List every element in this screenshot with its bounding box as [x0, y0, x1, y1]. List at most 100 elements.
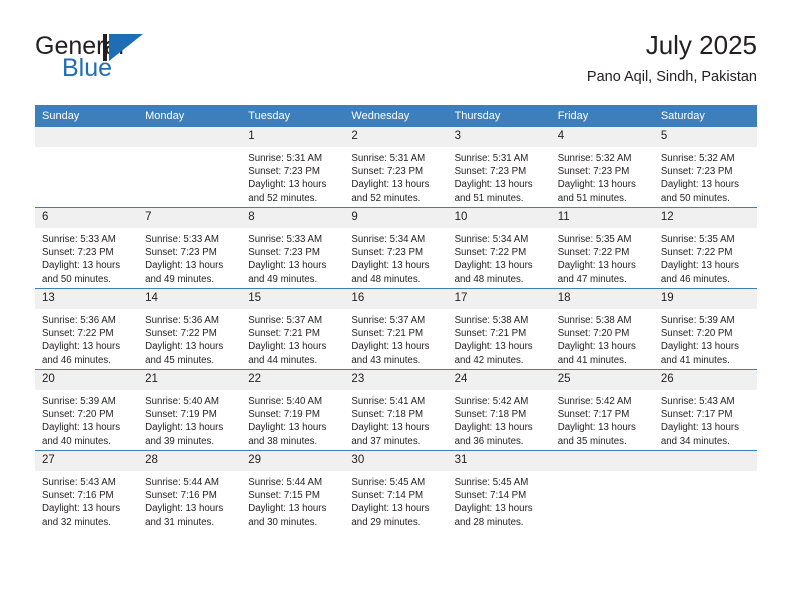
- weekday-header-monday: Monday: [138, 105, 242, 127]
- day-detail-line: Sunrise: 5:39 AM: [660, 315, 735, 326]
- day-details: Sunrise: 5:32 AM Sunset: 7:23 PM Daylight:…: [654, 147, 757, 205]
- day-details: Sunrise: 5:40 AM Sunset: 7:19 PM Daylight:…: [241, 390, 344, 448]
- day-detail-line: and 43 minutes.: [351, 354, 421, 366]
- general-blue-logo[interactable]: General Blue: [35, 32, 215, 86]
- calendar-day-cell[interactable]: 11 Sunrise: 5:35 AM Sunset: 7:22 PM Dayligh…: [550, 207, 654, 289]
- day-detail-line: and 31 minutes.: [145, 516, 215, 528]
- day-number: 27: [35, 451, 139, 471]
- calendar-day-cell[interactable]: 12 Sunrise: 5:35 AM Sunset: 7:22 PM Dayligh…: [653, 207, 757, 289]
- calendar-day-cell[interactable]: 17 Sunrise: 5:38 AM Sunset: 7:21 PM Dayligh…: [447, 288, 551, 370]
- calendar-day-cell[interactable]: 20 Sunrise: 5:39 AM Sunset: 7:20 PM Dayligh…: [35, 369, 139, 451]
- calendar-day-cell[interactable]: 23 Sunrise: 5:41 AM Sunset: 7:18 PM Dayligh…: [344, 369, 448, 451]
- day-detail-line: Sunset: 7:23 PM: [248, 166, 320, 178]
- calendar-day-cell[interactable]: 9 Sunrise: 5:34 AM Sunset: 7:23 PM Daylight…: [344, 207, 448, 289]
- calendar-day-cell[interactable]: 10 Sunrise: 5:34 AM Sunset: 7:22 PM Dayligh…: [447, 207, 551, 289]
- calendar-day-cell[interactable]: 13 Sunrise: 5:36 AM Sunset: 7:22 PM Dayligh…: [35, 288, 139, 370]
- day-detail-line: Daylight: 13 hours: [454, 422, 533, 434]
- calendar-day-cell[interactable]: 1 Sunrise: 5:31 AM Sunset: 7:23 PM Daylight…: [241, 127, 345, 208]
- weekday-header-tuesday: Tuesday: [241, 105, 345, 127]
- day-detail-line: and 49 minutes.: [145, 273, 215, 285]
- day-detail-line: Daylight: 13 hours: [660, 341, 739, 353]
- calendar-day-cell[interactable]: 27 Sunrise: 5:43 AM Sunset: 7:16 PM Dayligh…: [35, 450, 139, 531]
- day-detail-line: Sunrise: 5:43 AM: [660, 396, 735, 407]
- day-detail-line: Daylight: 13 hours: [42, 422, 121, 434]
- day-detail-line: Daylight: 13 hours: [351, 179, 430, 191]
- day-detail-line: Sunset: 7:18 PM: [454, 409, 527, 421]
- day-detail-line: and 37 minutes.: [351, 435, 421, 447]
- weekday-header-sunday: Sunday: [35, 105, 139, 127]
- calendar-week-row: 13 Sunrise: 5:36 AM Sunset: 7:22 PM Dayligh…: [35, 288, 757, 370]
- calendar-day-cell[interactable]: 14 Sunrise: 5:36 AM Sunset: 7:22 PM Dayligh…: [138, 288, 242, 370]
- day-number: 29: [241, 451, 345, 471]
- calendar-day-cell[interactable]: 16 Sunrise: 5:37 AM Sunset: 7:21 PM Dayligh…: [344, 288, 448, 370]
- day-detail-line: and 47 minutes.: [557, 273, 627, 285]
- day-details: Sunrise: 5:33 AM Sunset: 7:23 PM Daylight:…: [138, 228, 241, 286]
- calendar-day-cell[interactable]: 26 Sunrise: 5:43 AM Sunset: 7:17 PM Dayligh…: [653, 369, 757, 451]
- calendar-day-cell[interactable]: 2 Sunrise: 5:31 AM Sunset: 7:23 PM Daylight…: [344, 127, 448, 208]
- day-number: [138, 127, 242, 147]
- day-detail-line: Daylight: 13 hours: [454, 260, 533, 272]
- day-details: Sunrise: 5:38 AM Sunset: 7:21 PM Daylight:…: [448, 309, 551, 367]
- day-number: 15: [241, 289, 345, 309]
- day-detail-line: Sunrise: 5:32 AM: [557, 153, 632, 164]
- day-detail-line: Sunrise: 5:31 AM: [351, 153, 426, 164]
- day-details: Sunrise: 5:31 AM Sunset: 7:23 PM Daylight:…: [241, 147, 344, 205]
- day-detail-line: and 35 minutes.: [557, 435, 627, 447]
- day-details: Sunrise: 5:39 AM Sunset: 7:20 PM Daylight:…: [35, 390, 138, 448]
- calendar-day-cell[interactable]: 18 Sunrise: 5:38 AM Sunset: 7:20 PM Dayligh…: [550, 288, 654, 370]
- day-detail-line: Sunrise: 5:37 AM: [248, 315, 323, 326]
- calendar-day-cell[interactable]: 6 Sunrise: 5:33 AM Sunset: 7:23 PM Daylight…: [35, 207, 139, 289]
- calendar-day-cell[interactable]: 28 Sunrise: 5:44 AM Sunset: 7:16 PM Dayligh…: [138, 450, 242, 531]
- day-detail-line: Daylight: 13 hours: [660, 179, 739, 191]
- day-detail-line: and 49 minutes.: [248, 273, 318, 285]
- calendar-day-cell[interactable]: 19 Sunrise: 5:39 AM Sunset: 7:20 PM Dayligh…: [653, 288, 757, 370]
- calendar-day-cell[interactable]: 5 Sunrise: 5:32 AM Sunset: 7:23 PM Daylight…: [653, 127, 757, 208]
- day-number: 25: [550, 370, 654, 390]
- calendar-day-cell[interactable]: 29 Sunrise: 5:44 AM Sunset: 7:15 PM Dayligh…: [241, 450, 345, 531]
- day-detail-line: Sunset: 7:20 PM: [42, 409, 114, 421]
- day-detail-line: Daylight: 13 hours: [660, 422, 739, 434]
- day-detail-line: Sunset: 7:23 PM: [660, 166, 733, 178]
- day-number: 26: [653, 370, 757, 390]
- calendar-day-cell[interactable]: 22 Sunrise: 5:40 AM Sunset: 7:19 PM Dayligh…: [241, 369, 345, 451]
- calendar-day-cell[interactable]: 4 Sunrise: 5:32 AM Sunset: 7:23 PM Daylight…: [550, 127, 654, 208]
- calendar-cell-empty: [550, 450, 654, 531]
- day-detail-line: Daylight: 13 hours: [248, 503, 327, 515]
- calendar-day-cell[interactable]: 7 Sunrise: 5:33 AM Sunset: 7:23 PM Daylight…: [138, 207, 242, 289]
- day-number: 1: [241, 127, 345, 147]
- day-number: 11: [550, 208, 654, 228]
- calendar-day-cell[interactable]: 24 Sunrise: 5:42 AM Sunset: 7:18 PM Dayligh…: [447, 369, 551, 451]
- calendar-day-cell[interactable]: 30 Sunrise: 5:45 AM Sunset: 7:14 PM Dayligh…: [344, 450, 448, 531]
- calendar-day-cell[interactable]: 15 Sunrise: 5:37 AM Sunset: 7:21 PM Dayligh…: [241, 288, 345, 370]
- day-detail-line: Daylight: 13 hours: [248, 260, 327, 272]
- day-detail-line: Daylight: 13 hours: [454, 503, 533, 515]
- calendar-day-cell[interactable]: 31 Sunrise: 5:45 AM Sunset: 7:14 PM Dayligh…: [447, 450, 551, 531]
- day-detail-line: Daylight: 13 hours: [557, 422, 636, 434]
- calendar-cell-empty: [35, 127, 139, 208]
- day-details: Sunrise: 5:31 AM Sunset: 7:23 PM Daylight:…: [344, 147, 447, 205]
- day-detail-line: and 34 minutes.: [660, 435, 730, 447]
- day-detail-line: Sunrise: 5:37 AM: [351, 315, 426, 326]
- calendar-day-cell[interactable]: 8 Sunrise: 5:33 AM Sunset: 7:23 PM Daylight…: [241, 207, 345, 289]
- day-number: 9: [344, 208, 448, 228]
- weekday-header-friday: Friday: [550, 105, 654, 127]
- day-detail-line: and 36 minutes.: [454, 435, 524, 447]
- day-detail-line: and 38 minutes.: [248, 435, 318, 447]
- day-number: [550, 451, 654, 471]
- day-detail-line: Daylight: 13 hours: [454, 179, 533, 191]
- day-detail-line: Sunset: 7:17 PM: [660, 409, 733, 421]
- day-detail-line: and 45 minutes.: [145, 354, 215, 366]
- calendar-week-row: 1 Sunrise: 5:31 AM Sunset: 7:23 PM Daylight…: [35, 127, 757, 208]
- day-detail-line: Sunset: 7:19 PM: [248, 409, 320, 421]
- day-detail-line: and 51 minutes.: [557, 192, 627, 204]
- day-detail-line: Daylight: 13 hours: [145, 422, 224, 434]
- day-detail-line: Daylight: 13 hours: [557, 341, 636, 353]
- calendar-day-cell[interactable]: 3 Sunrise: 5:31 AM Sunset: 7:23 PM Daylight…: [447, 127, 551, 208]
- calendar-day-cell[interactable]: 25 Sunrise: 5:42 AM Sunset: 7:17 PM Dayligh…: [550, 369, 654, 451]
- day-detail-line: Sunset: 7:16 PM: [145, 490, 217, 502]
- day-details: Sunrise: 5:41 AM Sunset: 7:18 PM Daylight:…: [344, 390, 447, 448]
- day-detail-line: and 29 minutes.: [351, 516, 421, 528]
- day-detail-line: and 51 minutes.: [454, 192, 524, 204]
- day-detail-line: Daylight: 13 hours: [454, 341, 533, 353]
- calendar-day-cell[interactable]: 21 Sunrise: 5:40 AM Sunset: 7:19 PM Dayligh…: [138, 369, 242, 451]
